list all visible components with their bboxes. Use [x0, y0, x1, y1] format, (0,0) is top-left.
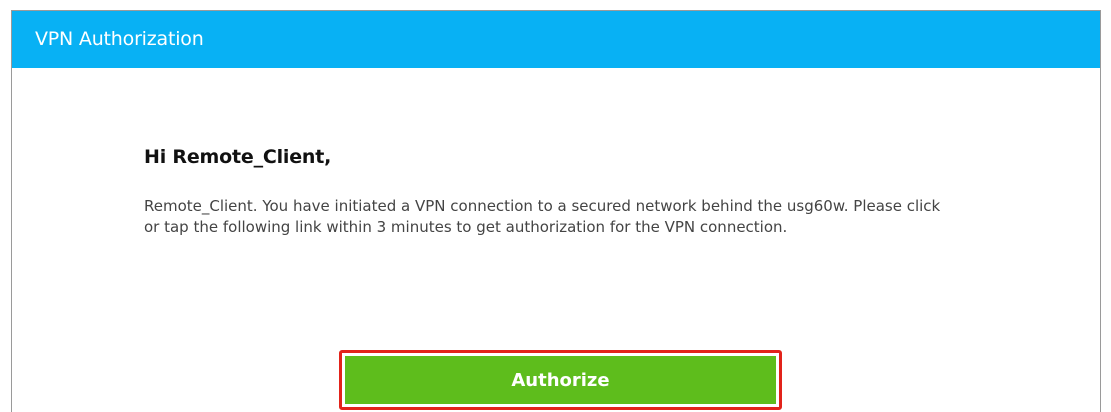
vpn-authorization-panel: VPN Authorization Hi Remote_Client, Remo…: [11, 10, 1101, 412]
authorization-message: Remote_Client. You have initiated a VPN …: [144, 197, 941, 236]
authorize-highlight-box: Authorize: [339, 350, 782, 410]
greeting-heading: Hi Remote_Client,: [144, 146, 332, 168]
authorize-button[interactable]: Authorize: [345, 356, 776, 404]
panel-header-title: VPN Authorization: [12, 11, 1100, 68]
